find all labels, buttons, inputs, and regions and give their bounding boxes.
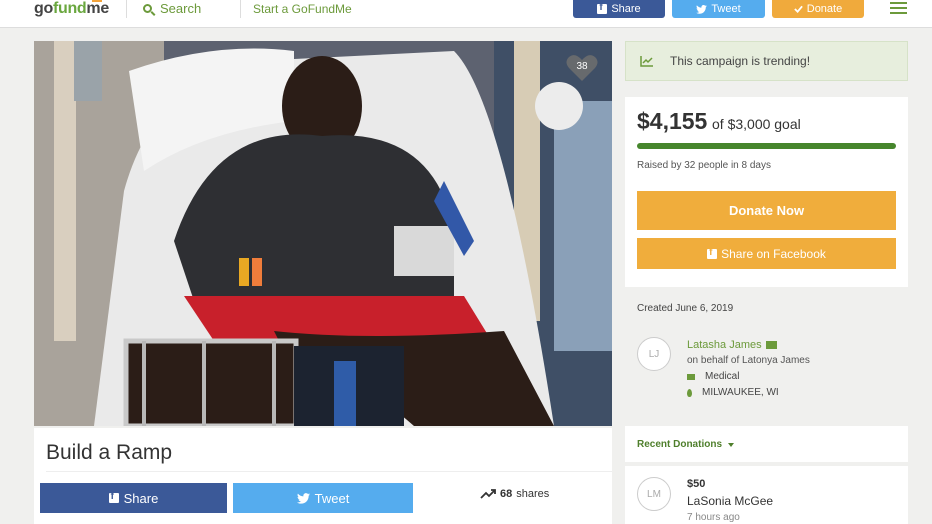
gofundme-logo[interactable]: gofundme bbox=[34, 0, 109, 18]
logo-flame-icon bbox=[92, 0, 102, 2]
chart-icon bbox=[640, 56, 653, 67]
chevron-down-icon bbox=[728, 442, 735, 447]
top-nav-bar: gofundme Search Start a GoFundMe Share T… bbox=[0, 0, 932, 28]
header-share-label: Share bbox=[611, 3, 641, 15]
trending-banner: This campaign is trending! bbox=[625, 41, 908, 81]
header-tweet-label: Tweet bbox=[711, 3, 741, 15]
tweet-button[interactable]: Tweet bbox=[233, 483, 413, 513]
tweet-label: Tweet bbox=[314, 490, 350, 506]
goal-text: of $3,000 goal bbox=[712, 116, 801, 132]
twitter-icon bbox=[696, 4, 708, 14]
donor-avatar: LM bbox=[637, 477, 671, 511]
organizer-avatar: LJ bbox=[637, 337, 671, 371]
heart-count: 38 bbox=[576, 61, 588, 72]
header-donate-label: Donate bbox=[806, 3, 843, 15]
shares-suffix: shares bbox=[516, 488, 550, 500]
shares-count: 68 shares bbox=[480, 488, 549, 500]
donation-summary-card: $4,155 of $3,000 goal Raised by 32 peopl… bbox=[625, 97, 908, 287]
donation-list-item: LM $50 LaSonia McGee 7 hours ago bbox=[625, 466, 908, 524]
start-gofundme-link[interactable]: Start a GoFundMe bbox=[253, 2, 352, 16]
logo-text-prefix: go bbox=[34, 0, 53, 17]
shares-number: 68 bbox=[500, 488, 513, 500]
organizer-info: LJ Latasha James on behalf of Latonya Ja… bbox=[625, 322, 908, 412]
twitter-icon bbox=[296, 492, 310, 504]
logo-text-suffix: me bbox=[86, 0, 109, 17]
amount-raised: $4,155 bbox=[637, 108, 708, 134]
checkmark-icon bbox=[794, 5, 803, 13]
share-on-facebook-label: Share on Facebook bbox=[721, 246, 826, 261]
created-date: Created June 6, 2019 bbox=[637, 303, 734, 314]
tag-icon bbox=[687, 373, 695, 380]
nav-divider bbox=[240, 0, 241, 18]
search-link[interactable]: Search bbox=[143, 1, 201, 16]
divider bbox=[46, 471, 612, 472]
campaign-title-card: Build a Ramp Share Tweet 68 shares bbox=[34, 428, 612, 524]
location-label: MILWAUKEE, WI bbox=[702, 387, 779, 398]
header-donate-button[interactable]: Donate bbox=[772, 0, 864, 18]
envelope-icon[interactable] bbox=[765, 341, 777, 349]
share-label: Share bbox=[123, 490, 159, 506]
organizer-name: Latasha James bbox=[687, 339, 762, 351]
campaign-photo bbox=[34, 41, 612, 426]
recent-donations-toggle[interactable]: Recent Donations bbox=[637, 439, 735, 450]
donor-name: LaSonia McGee bbox=[687, 494, 774, 508]
facebook-icon bbox=[108, 491, 119, 503]
search-icon bbox=[143, 4, 152, 13]
campaign-title: Build a Ramp bbox=[46, 441, 173, 464]
beneficiary-text: on behalf of Latonya James bbox=[687, 355, 810, 366]
location-pin-icon bbox=[687, 388, 692, 397]
header-tweet-button[interactable]: Tweet bbox=[672, 0, 765, 18]
search-label: Search bbox=[160, 1, 202, 16]
category-label[interactable]: Medical bbox=[705, 371, 739, 382]
location-row: MILWAUKEE, WI bbox=[687, 387, 779, 398]
progress-bar-fill bbox=[637, 143, 896, 149]
raised-text: Raised by 32 people in 8 days bbox=[637, 160, 771, 171]
donation-amount: $50 bbox=[687, 478, 706, 490]
facebook-icon bbox=[597, 2, 608, 14]
logo-text-accent: fund bbox=[52, 0, 87, 17]
facebook-icon bbox=[707, 247, 718, 259]
recent-donations-label: Recent Donations bbox=[637, 439, 723, 450]
organizer-name-link[interactable]: Latasha James bbox=[687, 339, 777, 351]
header-share-button[interactable]: Share bbox=[573, 0, 665, 18]
recent-donations-header: Recent Donations bbox=[625, 426, 908, 462]
donation-time: 7 hours ago bbox=[687, 512, 740, 523]
donate-now-button[interactable]: Donate Now bbox=[637, 191, 896, 230]
share-button[interactable]: Share bbox=[40, 483, 227, 513]
nav-divider bbox=[126, 0, 127, 18]
trending-arrow-icon bbox=[480, 489, 496, 499]
campaign-photo-illustration bbox=[34, 41, 612, 426]
hamburger-menu-icon[interactable] bbox=[890, 2, 907, 17]
category-row: Medical bbox=[687, 371, 739, 382]
share-on-facebook-button[interactable]: Share on Facebook bbox=[637, 238, 896, 269]
trending-text: This campaign is trending! bbox=[670, 54, 811, 68]
progress-bar bbox=[637, 143, 896, 149]
